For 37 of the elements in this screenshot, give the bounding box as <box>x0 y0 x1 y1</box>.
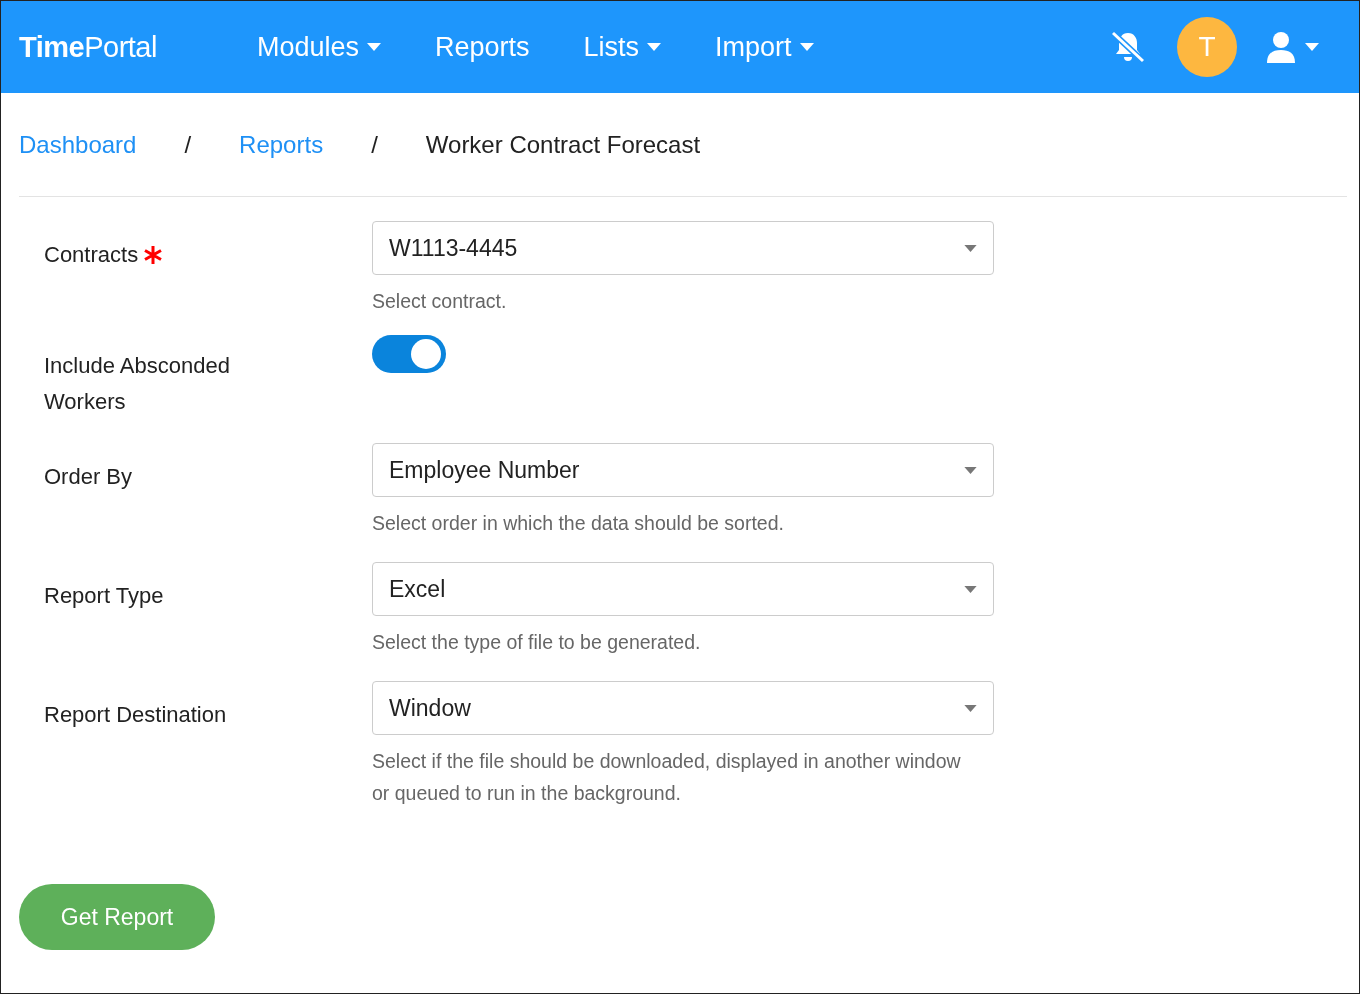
nav-link[interactable]: Reports <box>435 31 530 63</box>
user-icon <box>1267 31 1295 63</box>
select-field[interactable]: Excel <box>372 562 994 616</box>
toggle-switch[interactable] <box>372 335 446 373</box>
breadcrumb-current: Worker Contract Forecast <box>425 130 701 159</box>
field-label: Report Destination <box>44 701 227 729</box>
caret-icon <box>799 43 814 51</box>
user-menu-button[interactable] <box>1267 31 1319 63</box>
select-field[interactable]: W1113-4445 <box>372 221 994 275</box>
app-logo[interactable]: TimePortal <box>19 30 157 64</box>
select-field[interactable]: Window <box>372 681 994 735</box>
caret-icon <box>1305 43 1319 51</box>
field-label: Report Type <box>44 582 164 610</box>
avatar[interactable]: T <box>1177 17 1237 77</box>
dropdown-caret-icon <box>964 585 977 593</box>
field-label: Include Absconded Workers <box>44 352 231 416</box>
get-report-button[interactable]: Get Report <box>19 884 215 950</box>
nav-link[interactable]: Lists <box>583 31 662 63</box>
help-text: Select order in which the data should be sorted. <box>372 511 785 536</box>
breadcrumb-separator: / <box>184 130 192 159</box>
breadcrumb-link[interactable]: Reports <box>239 130 324 159</box>
caret-icon <box>647 43 662 51</box>
field-label: Order By <box>44 463 133 491</box>
select-field[interactable]: Employee Number <box>372 443 994 497</box>
breadcrumb-separator: / <box>371 130 378 159</box>
nav-link[interactable]: Import <box>715 31 814 63</box>
bell-off-icon[interactable] <box>1109 30 1147 64</box>
help-text: Select if the file should be downloaded, displayed in another window or queued to run in the background. <box>372 749 962 806</box>
breadcrumb-link[interactable]: Dashboard <box>19 130 137 159</box>
help-text: Select contract. <box>372 289 508 314</box>
dropdown-caret-icon <box>964 704 977 712</box>
nav-link[interactable]: Modules <box>256 31 381 63</box>
caret-icon <box>367 43 381 51</box>
help-text: Select the type of file to be generated. <box>372 630 702 655</box>
field-label: Contracts <box>44 241 139 269</box>
dropdown-caret-icon <box>964 244 977 252</box>
dropdown-caret-icon <box>964 466 977 474</box>
